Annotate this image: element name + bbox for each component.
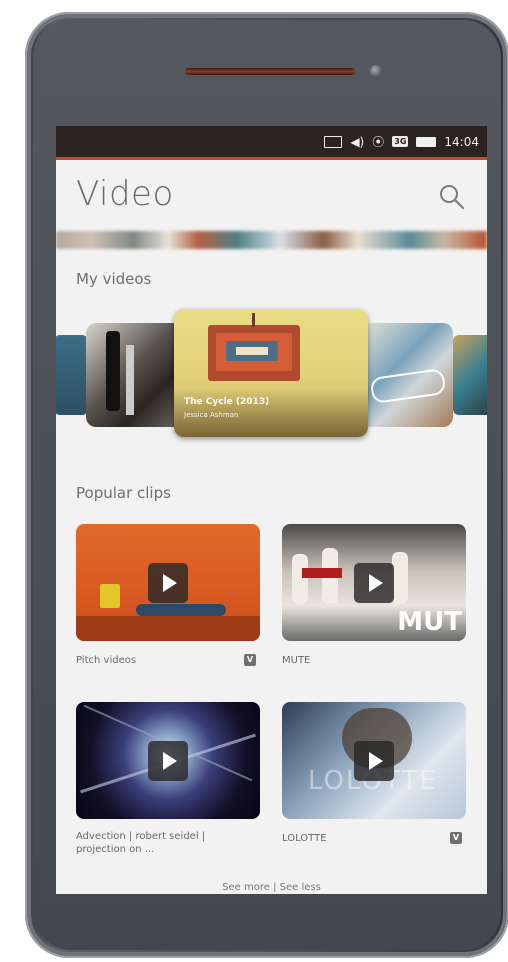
play-icon[interactable]	[354, 740, 394, 781]
featured-video-card[interactable]: The Cycle (2013) Jessica Ashman	[174, 309, 368, 437]
clip-caption[interactable]: Advection | robert seidel | projection o…	[76, 830, 246, 856]
play-icon[interactable]	[148, 562, 188, 603]
status-time[interactable]: 14:04	[444, 135, 479, 149]
page-title: Video	[76, 174, 174, 214]
envelope-icon[interactable]	[324, 135, 343, 148]
featured-video-title: The Cycle (2013)	[184, 397, 270, 407]
video-source-icon: V	[244, 654, 256, 666]
clip-caption[interactable]: Pitch videos	[76, 654, 136, 667]
clip-card[interactable]: LOLOTTE	[282, 702, 466, 819]
page-header: Video	[56, 160, 487, 226]
earpiece-speaker	[185, 68, 355, 75]
carousel-card[interactable]	[86, 323, 182, 427]
wifi-icon[interactable]: ⦿	[372, 133, 384, 150]
front-camera	[370, 65, 382, 77]
decorative-banner	[56, 231, 487, 249]
status-bar: ◀) ⦿ 3G 14:04	[56, 126, 487, 160]
see-less-link[interactable]: See less	[280, 882, 321, 893]
see-more-less-bar: See more | See less	[56, 882, 487, 893]
3g-icon[interactable]: 3G	[392, 136, 409, 147]
battery-icon[interactable]	[416, 136, 437, 147]
play-icon[interactable]	[354, 562, 394, 603]
section-title-my-videos: My videos	[76, 270, 152, 288]
play-icon[interactable]	[148, 740, 188, 781]
featured-video-author: Jessica Ashman	[184, 411, 239, 419]
carousel-card[interactable]	[453, 335, 487, 415]
see-more-link[interactable]: See more	[222, 882, 270, 893]
clip-overlay-text: MUT	[397, 607, 462, 637]
clip-caption[interactable]: MUTE	[282, 654, 310, 667]
clip-caption[interactable]: LOLOTTE	[282, 832, 327, 845]
search-icon[interactable]	[437, 182, 467, 212]
volume-icon[interactable]: ◀)	[350, 135, 364, 149]
video-source-icon: V	[450, 832, 462, 844]
clip-card[interactable]	[76, 524, 260, 641]
carousel-card[interactable]	[56, 335, 88, 415]
section-title-popular-clips: Popular clips	[76, 484, 171, 502]
clip-card[interactable]	[76, 702, 260, 819]
clip-card[interactable]: MUT	[282, 524, 466, 641]
carousel-card[interactable]	[361, 323, 453, 427]
my-videos-carousel[interactable]: The Cycle (2013) Jessica Ashman	[56, 309, 487, 441]
screen: ◀) ⦿ 3G 14:04 Video My videos The Cycle …	[56, 126, 487, 894]
